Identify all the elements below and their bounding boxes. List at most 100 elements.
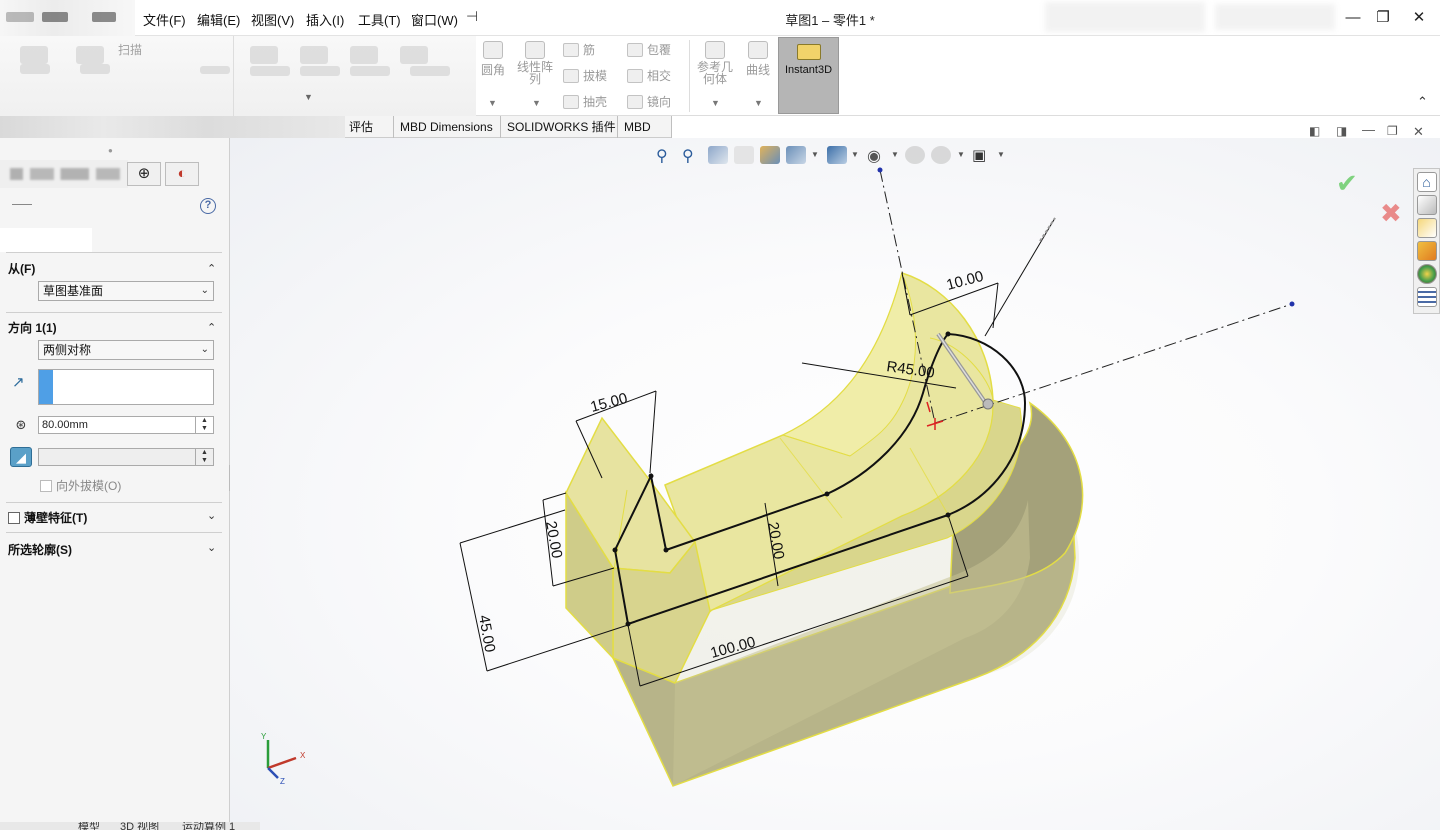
mirror-button[interactable]: 镜向	[627, 93, 671, 110]
triad-x-label: X	[300, 751, 306, 760]
panel-splitter-dot[interactable]: ●	[108, 146, 113, 155]
thin-feature-checkbox[interactable]	[8, 512, 20, 524]
coordinate-triad: Y X Z	[261, 732, 306, 786]
minimize-icon[interactable]: —	[1338, 6, 1368, 30]
shell-button[interactable]: 抽壳	[563, 93, 607, 110]
menu-tools[interactable]: 工具(T)	[358, 10, 401, 29]
extrude-property-manager: ● ⊕ ◐ ? 从(F) ⌃ 草图基准面 ⌄ 方向 1(1) ⌃ 两侧对称 ⌄ ↗ …	[0, 138, 230, 830]
mirror-icon	[627, 94, 643, 109]
title-bar: 文件(F) 编辑(E) 视图(V) 插入(I) 工具(T) 窗口(W) ⊣ 草图…	[0, 0, 1440, 36]
collapse-chevron-icon[interactable]: ⌃	[207, 262, 216, 275]
from-section-header[interactable]: 从(F)	[8, 260, 35, 277]
app-logo-and-quick-access-blurred	[0, 0, 135, 36]
extrude-preview-model[interactable]: 10.00 R45.00 15.00 20.00 20.00 45.00 100…	[230, 138, 1440, 830]
menu-insert[interactable]: 插入(I)	[306, 10, 344, 29]
fillet-button[interactable]: 圆角	[478, 41, 508, 78]
reference-geometry-icon	[705, 41, 725, 59]
reference-geometry-button[interactable]: 参考几何体	[694, 41, 736, 85]
feature-name-placeholder	[12, 204, 32, 205]
collapse-ribbon-chevron-icon[interactable]: ⌃	[1417, 94, 1428, 110]
linear-pattern-button[interactable]: 线性阵列	[514, 41, 556, 85]
expand-chevron-icon[interactable]: ⌄	[207, 541, 216, 554]
bottom-tabs: 模型 3D 视图 运动算例 1	[0, 822, 260, 830]
pattern-dropdown-icon[interactable]: ▼	[532, 98, 541, 108]
triad-z-label: Z	[280, 777, 285, 786]
tab-mbd-dimensions[interactable]: MBD Dimensions	[393, 116, 499, 138]
blurred-region	[1215, 4, 1335, 30]
rib-button[interactable]: 筋	[563, 41, 595, 58]
direction-arrow-icon[interactable]: ↗	[12, 373, 25, 391]
draft-angle-input[interactable]: ▲ ▼	[38, 448, 214, 466]
dimension-15: 15.00	[589, 390, 630, 416]
restore-document-icon[interactable]: ❐	[1387, 124, 1398, 138]
sweep-label[interactable]: 扫描	[118, 41, 142, 58]
tab-solidworks-addins[interactable]: SOLIDWORKS 插件	[500, 116, 622, 138]
command-tabs: 评估 MBD Dimensions SOLIDWORKS 插件 MBD	[0, 116, 672, 138]
help-icon[interactable]: ?	[200, 198, 216, 214]
tab-3d-views[interactable]: 3D 视图	[120, 822, 159, 830]
draft-outward-checkbox[interactable]: 向外拔模(O)	[40, 477, 121, 494]
draft-icon	[563, 68, 579, 83]
curves-dropdown-icon[interactable]: ▼	[754, 98, 763, 108]
pin-icon[interactable]: ⊣	[466, 8, 478, 25]
command-manager-ribbon: 扫描 ▼ 圆角 ▼ 线性阵列 ▼ 筋 拔模 抽壳 包覆 相交 镜向 参考几何体 …	[0, 36, 1440, 116]
curves-icon	[748, 41, 768, 59]
ok-cancel-area-blank	[0, 228, 92, 252]
panel-tabs: ⊕ ◐	[0, 160, 230, 188]
tile-left-icon[interactable]: ◧	[1309, 124, 1320, 138]
tab-evaluate[interactable]: 评估	[343, 116, 379, 138]
depth-icon: ⊛	[15, 417, 27, 432]
shell-icon	[563, 94, 579, 109]
collapse-chevron-icon[interactable]: ⌃	[207, 321, 216, 334]
menu-window[interactable]: 窗口(W)	[411, 10, 458, 29]
intersect-button[interactable]: 相交	[627, 67, 671, 84]
dimxpert-crosshair-icon[interactable]: ⊕	[127, 162, 161, 186]
triad-y-label: Y	[261, 732, 267, 741]
depth-input[interactable]: 80.00mm ▲ ▼	[38, 416, 214, 434]
fillet-dropdown-icon[interactable]: ▼	[488, 98, 497, 108]
tab-motion-study[interactable]: 运动算例 1	[182, 822, 235, 830]
tile-right-icon[interactable]: ◨	[1336, 124, 1347, 138]
expand-caret-icon[interactable]: ▼	[304, 92, 313, 102]
intersect-icon	[627, 68, 643, 83]
chevron-down-icon: ⌄	[200, 285, 209, 296]
close-icon[interactable]: ✕	[1404, 6, 1434, 30]
ref-geometry-dropdown-icon[interactable]: ▼	[711, 98, 720, 108]
solidworks-window: 文件(F) 编辑(E) 视图(V) 插入(I) 工具(T) 窗口(W) ⊣ 草图…	[0, 0, 1440, 830]
centerline-endpoint	[1289, 301, 1295, 307]
instant3d-button[interactable]: Instant3D	[778, 37, 839, 114]
menu-edit[interactable]: 编辑(E)	[197, 10, 240, 29]
tabs-blurred	[0, 116, 345, 138]
feature-tabs-blurred[interactable]	[0, 160, 128, 188]
from-select[interactable]: 草图基准面 ⌄	[38, 281, 214, 301]
dimension-45: 45.00	[475, 614, 498, 654]
wrap-icon	[627, 42, 643, 57]
linear-pattern-icon	[525, 41, 545, 59]
end-condition-select[interactable]: 两侧对称 ⌄	[38, 340, 214, 360]
direction-selection-box[interactable]	[38, 369, 214, 405]
blurred-region	[1045, 2, 1205, 32]
display-manager-icon[interactable]: ◐	[165, 162, 199, 186]
ribbon-features-blurred: 扫描 ▼	[0, 36, 476, 116]
centerline-endpoint	[877, 167, 883, 173]
dimension-20-left: 20.00	[542, 520, 565, 560]
selected-contours-section-header[interactable]: 所选轮廓(S)	[8, 541, 72, 558]
direction1-section-header[interactable]: 方向 1(1)	[8, 319, 57, 336]
draft-button[interactable]: 拔模	[563, 67, 607, 84]
draft-angle-icon[interactable]: ◢	[10, 447, 32, 467]
curves-button[interactable]: 曲线	[742, 41, 774, 78]
expand-chevron-icon[interactable]: ⌄	[207, 509, 216, 522]
instant3d-ruler-icon	[796, 44, 821, 60]
graphics-area[interactable]: ⚲ ⚲ ▼ ▼ ◉ ▼ ▼ ▣ ▼ ◧ ◨ — ❐ ✕ ✔ ✖ ⌂ 10.00 …	[230, 122, 1440, 830]
fillet-icon	[483, 41, 503, 59]
thin-feature-section-header[interactable]: 薄壁特征(T)	[8, 509, 87, 526]
restore-icon[interactable]: ❐	[1368, 6, 1398, 30]
menu-file[interactable]: 文件(F)	[143, 10, 186, 29]
chevron-down-icon: ⌄	[200, 344, 209, 355]
wrap-button[interactable]: 包覆	[627, 41, 671, 58]
menu-view[interactable]: 视图(V)	[251, 10, 294, 29]
tab-mbd[interactable]: MBD	[617, 116, 672, 138]
tab-model[interactable]: 模型	[78, 822, 100, 830]
minimize-document-icon[interactable]: —	[1362, 122, 1375, 137]
document-title: 草图1 – 零件1 *	[785, 13, 875, 28]
